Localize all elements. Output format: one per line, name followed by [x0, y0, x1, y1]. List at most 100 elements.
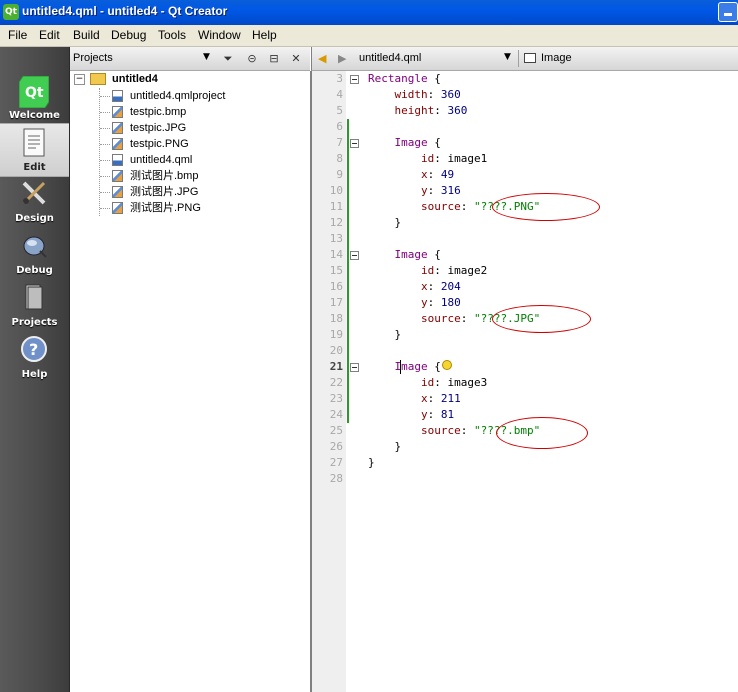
code-line: }: [368, 455, 375, 471]
design-brush-icon: [20, 179, 48, 207]
help-icon: ?: [20, 335, 48, 363]
quick-fix-lightbulb-icon[interactable]: [442, 360, 452, 370]
line-number: 23: [329, 392, 343, 405]
collapse-toggle[interactable]: −: [74, 74, 85, 85]
mode-edit[interactable]: Edit: [0, 123, 69, 177]
image-file-icon: [112, 170, 123, 182]
code-token: source: [420, 312, 461, 325]
image-file-icon: [112, 138, 123, 150]
line-number: 13: [329, 232, 343, 245]
tree-guide: [100, 96, 110, 97]
chevron-down-icon[interactable]: ▼: [504, 52, 511, 62]
modified-lines-marker: [347, 119, 349, 423]
line-number: 18: [329, 312, 343, 325]
forward-arrow-icon[interactable]: ▶: [338, 52, 346, 65]
menu-edit[interactable]: Edit: [39, 28, 60, 42]
code-token: :: [427, 280, 441, 293]
chevron-down-icon[interactable]: ▼: [203, 52, 210, 62]
line-number: 26: [329, 440, 343, 453]
code-token: 211: [440, 392, 461, 405]
code-line: id: image2: [368, 263, 487, 279]
code-line: Image {: [368, 247, 441, 263]
code-token: source: [420, 200, 461, 213]
code-token: :: [460, 424, 474, 437]
mode-design[interactable]: Design: [0, 175, 69, 227]
code-token: id: [420, 152, 435, 165]
fold-toggle[interactable]: [350, 363, 359, 372]
line-number: 6: [336, 120, 343, 133]
menu-tools[interactable]: Tools: [158, 28, 186, 42]
symbol-selector[interactable]: Image: [541, 52, 572, 64]
close-icon[interactable]: ✕: [288, 51, 304, 66]
fold-toggle[interactable]: [350, 251, 359, 260]
line-number: 9: [336, 168, 343, 181]
line-number: 5: [336, 104, 343, 117]
line-number: 27: [329, 456, 343, 469]
menu-file[interactable]: File: [8, 28, 27, 42]
file-name: testpic.PNG: [130, 138, 189, 150]
menu-debug[interactable]: Debug: [111, 28, 146, 42]
tree-root-label: untitled4: [112, 73, 158, 85]
open-documents-selector[interactable]: untitled4.qml: [359, 52, 421, 64]
text-caret: [400, 360, 401, 374]
tree-guide: [100, 176, 110, 177]
code-token: {: [427, 136, 441, 149]
menu-bar: File Edit Build Debug Tools Window Help: [0, 25, 738, 47]
menu-window[interactable]: Window: [198, 28, 241, 42]
code-token: :: [434, 376, 448, 389]
code-line: Image {: [368, 135, 441, 151]
svg-text:Qt: Qt: [25, 85, 44, 101]
code-token: :: [460, 200, 474, 213]
code-token: 49: [440, 168, 455, 181]
code-token: Image: [394, 136, 428, 149]
link-icon[interactable]: ⊝: [244, 51, 260, 66]
mode-label: Edit: [23, 162, 46, 173]
line-number: 28: [329, 472, 343, 485]
code-line: id: image1: [368, 151, 487, 167]
title-bar: Qt untitled4.qml - untitled4 - Qt Creato…: [0, 0, 738, 25]
mode-help[interactable]: ? Help: [0, 331, 69, 383]
fold-toggle[interactable]: [350, 75, 359, 84]
line-number: 4: [336, 88, 343, 101]
code-token: :: [427, 168, 441, 181]
line-number: 24: [329, 408, 343, 421]
code-token: id: [420, 376, 435, 389]
filter-icon[interactable]: ⏷: [220, 51, 236, 66]
menu-build[interactable]: Build: [73, 28, 100, 42]
code-token: :: [434, 152, 448, 165]
code-editor[interactable]: Rectangle { width: 360 height: 360 Image…: [360, 71, 738, 692]
mode-projects[interactable]: Projects: [0, 279, 69, 331]
tree-guide: [100, 208, 110, 209]
code-line: height: 360: [368, 103, 468, 119]
projects-view-selector[interactable]: Projects: [73, 52, 113, 64]
mode-welcome[interactable]: Qt Welcome: [0, 72, 69, 124]
code-token: y: [420, 296, 428, 309]
code-token: 180: [440, 296, 461, 309]
code-token: :: [427, 296, 441, 309]
code-line: y: 316: [368, 183, 461, 199]
line-number: 14: [329, 248, 343, 261]
code-line: y: 81: [368, 407, 454, 423]
qt-logo-icon: Qt: [18, 75, 50, 109]
fold-toggle[interactable]: [350, 139, 359, 148]
projects-book-icon: [20, 283, 48, 311]
split-icon[interactable]: ⊟: [266, 51, 282, 66]
file-name: untitled4.qmlproject: [130, 90, 226, 102]
minimize-button[interactable]: [718, 2, 738, 22]
code-token: 81: [440, 408, 455, 421]
code-line: }: [368, 327, 401, 343]
qml-file-icon: [112, 154, 123, 166]
menu-help[interactable]: Help: [252, 28, 277, 42]
line-number-gutter: 3 4 5 6 7 8 9 10 11 12 13 14 15 16 17 18 19 20 21 22 23 24 25 2…: [311, 71, 347, 692]
code-token: source: [420, 424, 461, 437]
back-arrow-icon[interactable]: ◀: [318, 52, 326, 65]
mode-debug[interactable]: Debug: [0, 227, 69, 279]
